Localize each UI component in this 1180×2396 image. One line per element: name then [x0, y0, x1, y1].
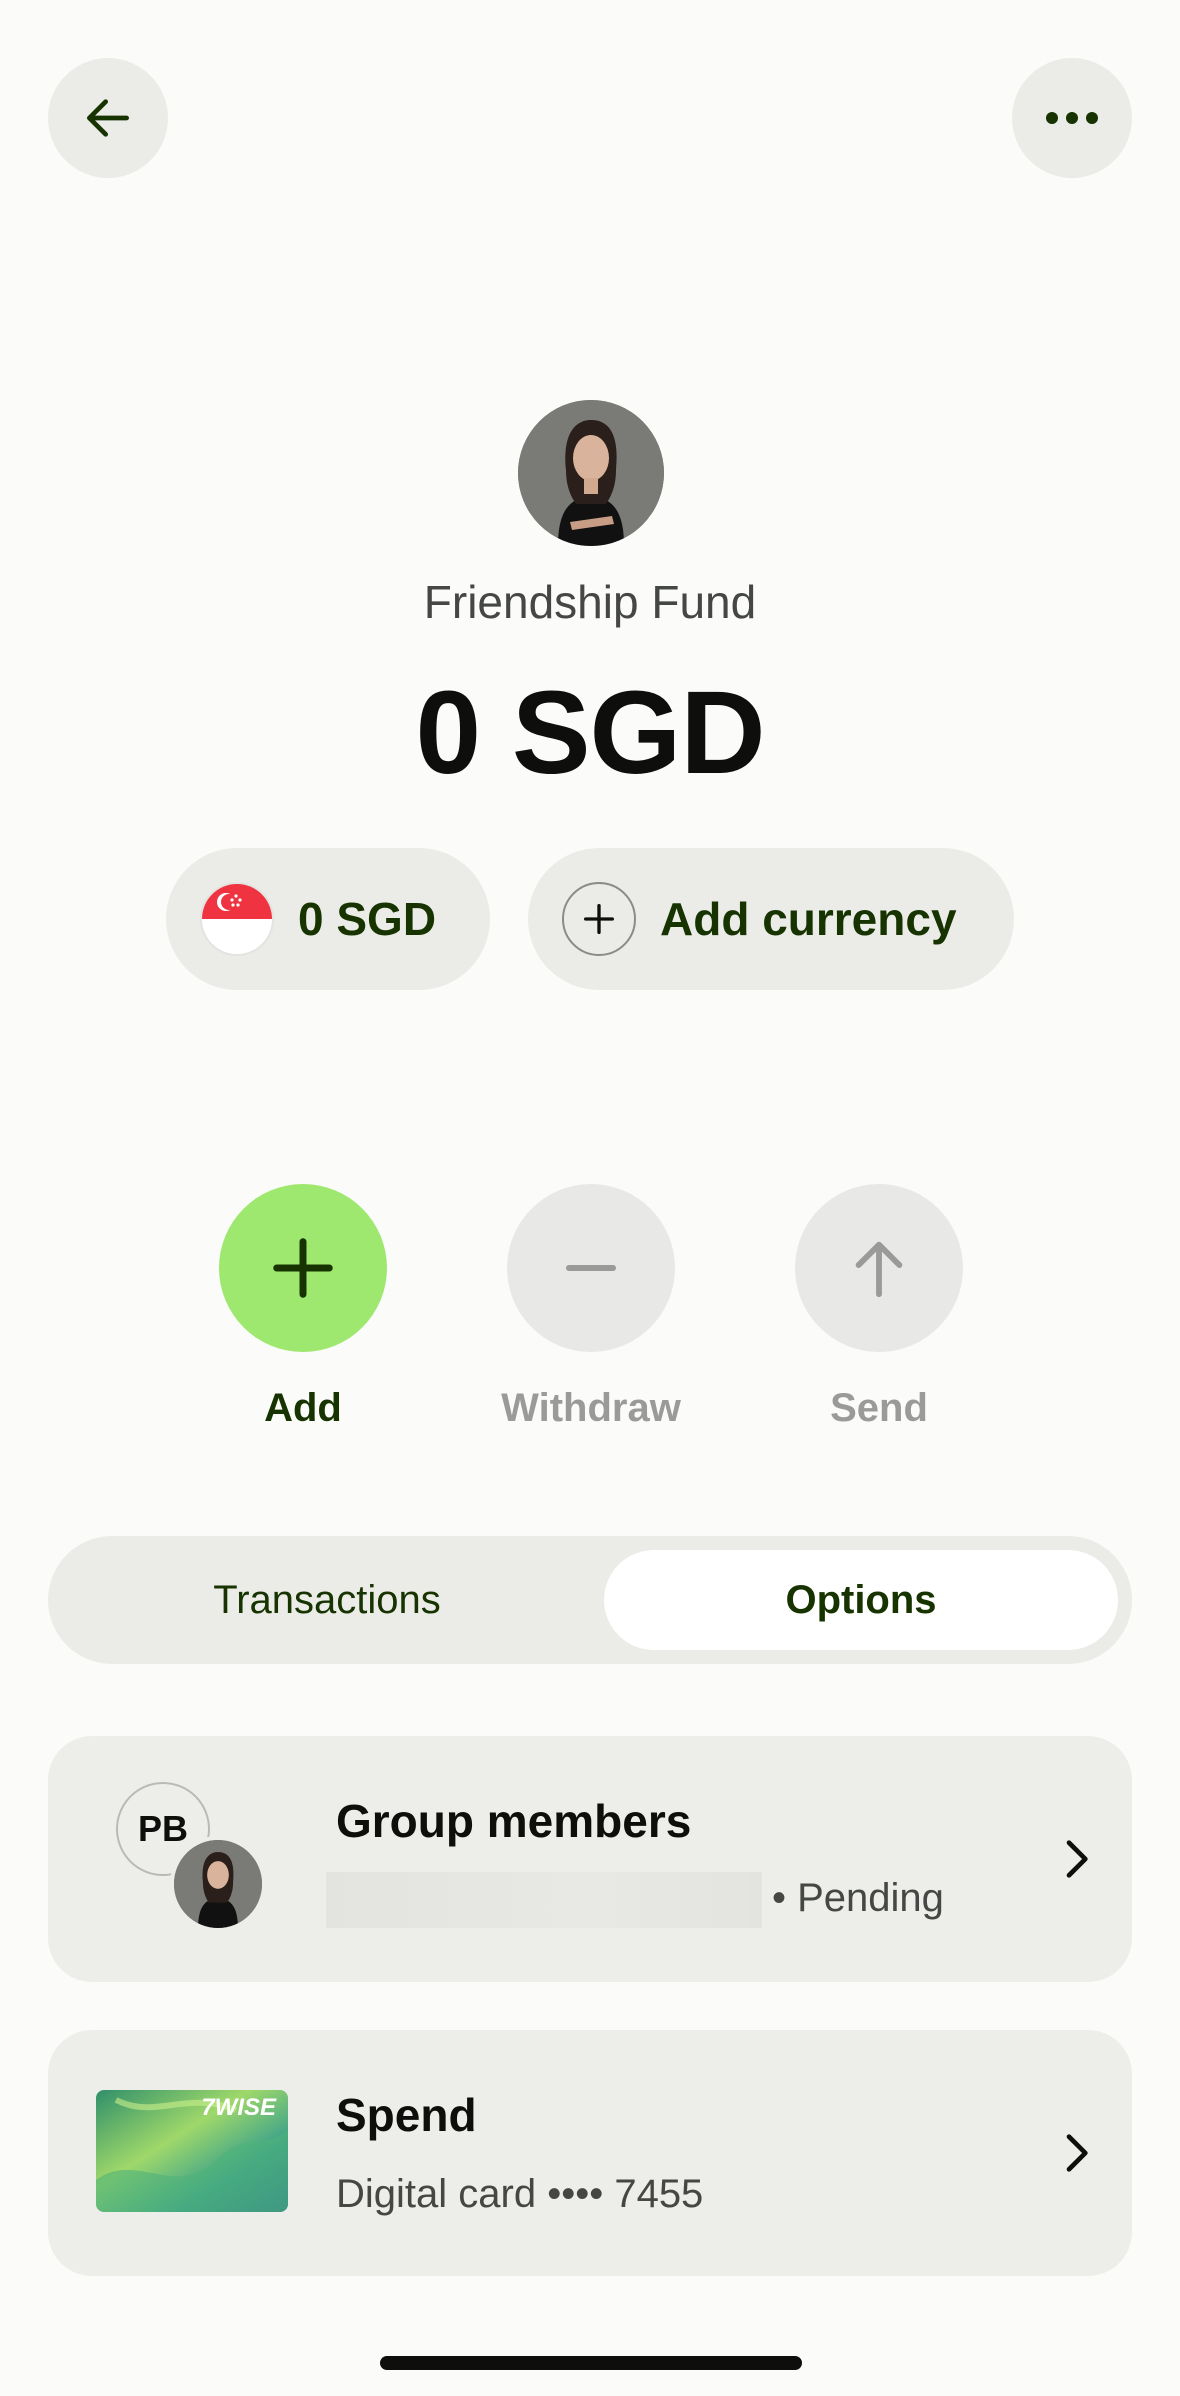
redacted-member-names	[326, 1872, 762, 1928]
add-currency-button[interactable]: Add currency	[528, 848, 1014, 990]
tab-transactions[interactable]: Transactions	[62, 1550, 592, 1650]
plus-icon	[273, 1238, 333, 1298]
tab-switcher: Transactions Options	[48, 1536, 1132, 1664]
add-money-button[interactable]: Add	[219, 1184, 387, 1431]
plus-icon	[562, 882, 636, 956]
digital-card-image: 7WISE	[96, 2090, 288, 2212]
more-options-button[interactable]	[1012, 58, 1132, 178]
send-button[interactable]: Send	[795, 1184, 963, 1431]
minus-icon	[565, 1264, 617, 1272]
singapore-flag-icon	[200, 882, 274, 956]
member-status: • Pending	[772, 1876, 944, 1920]
chevron-right-icon	[1066, 1840, 1088, 1878]
spend-title: Spend	[336, 2089, 477, 2141]
withdraw-action-circle[interactable]	[507, 1184, 675, 1352]
send-action-circle[interactable]	[795, 1184, 963, 1352]
digital-card-number: Digital card •••• 7455	[336, 2172, 704, 2216]
jar-avatar	[518, 400, 664, 546]
person-photo-icon	[174, 1840, 262, 1928]
withdraw-button[interactable]: Withdraw	[501, 1184, 681, 1431]
group-members-title: Group members	[336, 1795, 692, 1847]
spend-card[interactable]: 7WISE Spend Digital card •••• 7455	[48, 2030, 1132, 2276]
home-indicator	[380, 2356, 802, 2370]
sgd-balance-label: 0 SGD	[298, 893, 437, 945]
more-horizontal-icon	[1046, 112, 1098, 124]
jar-balance: 0 SGD	[415, 667, 765, 799]
withdraw-action-label: Withdraw	[501, 1386, 681, 1430]
add-action-circle[interactable]	[219, 1184, 387, 1352]
jar-detail-screen: Friendship Fund 0 SGD 0 SGD Add currency	[0, 0, 1180, 2396]
jar-title: Friendship Fund	[423, 576, 757, 628]
member-photo-avatar	[170, 1836, 266, 1932]
add-action-label: Add	[264, 1386, 342, 1430]
group-members-card[interactable]: PB Group members • Pending	[48, 1736, 1132, 1982]
chevron-right-icon	[1066, 2134, 1088, 2172]
send-action-label: Send	[830, 1386, 928, 1430]
sgd-balance-chip[interactable]: 0 SGD	[166, 848, 490, 990]
tab-options[interactable]: Options	[604, 1550, 1118, 1650]
back-button[interactable]	[48, 58, 168, 178]
add-currency-label: Add currency	[660, 893, 957, 945]
arrow-up-icon	[855, 1241, 903, 1298]
person-photo-icon	[518, 400, 664, 546]
arrow-left-icon	[87, 99, 129, 137]
wise-logo: 7WISE	[201, 2094, 276, 2121]
